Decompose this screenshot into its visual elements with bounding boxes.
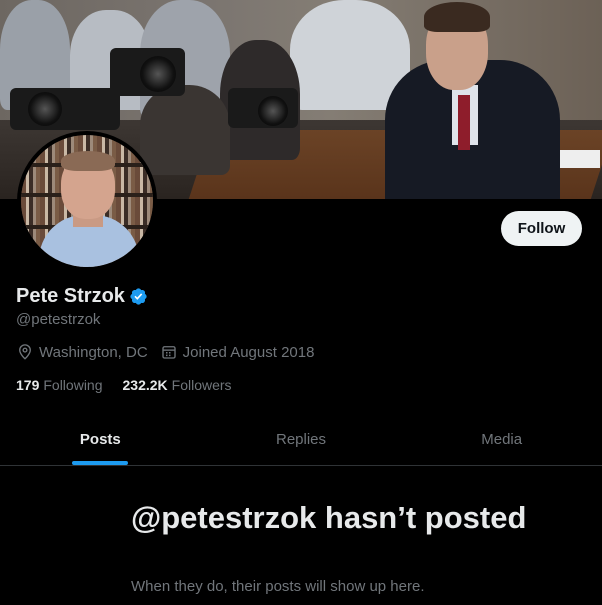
avatar[interactable] [21, 135, 153, 267]
profile-meta: Washington, DC Joined August 2018 [16, 343, 326, 361]
followers-link[interactable]: 232.2K Followers [123, 377, 232, 393]
location-pin-icon [19, 344, 31, 360]
tab-posts[interactable]: Posts [0, 413, 201, 465]
active-tab-indicator [72, 461, 129, 465]
profile-stats: 179 Following 232.2K Followers [16, 377, 232, 393]
followers-label: Followers [171, 377, 232, 393]
profile-name-row: Pete Strzok [16, 285, 148, 308]
following-label: Following [43, 377, 103, 393]
calendar-icon [161, 346, 176, 359]
tab-replies[interactable]: Replies [201, 413, 402, 465]
follow-button[interactable]: Follow [501, 211, 582, 246]
empty-state-subtitle: When they do, their posts will show up h… [131, 578, 425, 595]
profile-handle: @petestrzok [16, 311, 101, 328]
following-link[interactable]: 179 Following [16, 377, 103, 393]
empty-state-title: @petestrzok hasn’t posted [131, 500, 527, 535]
joined-text: Joined August 2018 [182, 343, 315, 361]
verified-badge-icon[interactable] [129, 287, 148, 306]
followers-count: 232.2K [122, 377, 168, 393]
location-text: Washington, DC [39, 343, 148, 361]
tab-replies-label: Replies [275, 430, 327, 448]
profile-tabs: Posts Replies Media [0, 413, 602, 466]
tab-posts-label: Posts [79, 430, 121, 448]
location: Washington, DC [16, 343, 148, 361]
tab-media-label: Media [481, 430, 523, 448]
joined-date: Joined August 2018 [160, 343, 315, 361]
following-count: 179 [16, 377, 40, 393]
tab-media[interactable]: Media [401, 413, 602, 465]
profile-name: Pete Strzok [16, 285, 125, 307]
